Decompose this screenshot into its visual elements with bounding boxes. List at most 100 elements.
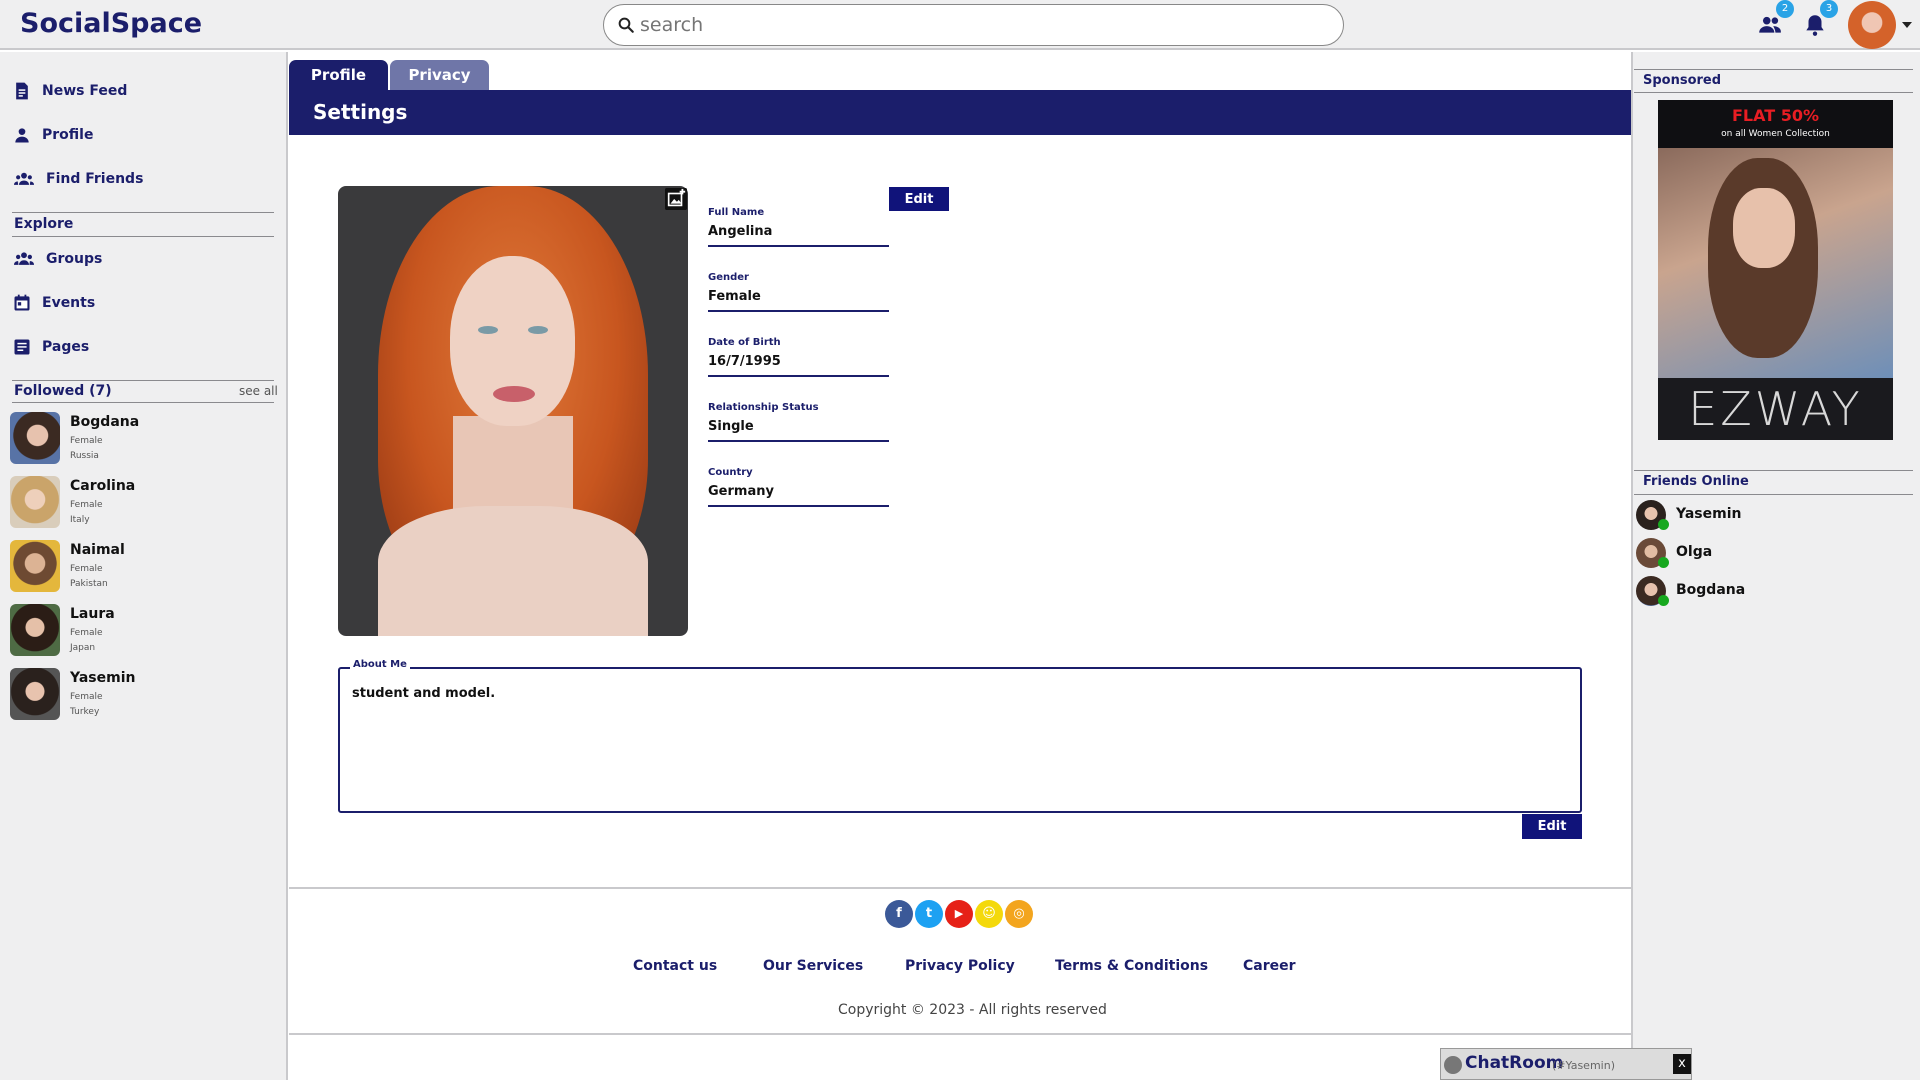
gender-field[interactable]: Gender Female <box>708 272 889 312</box>
divider <box>12 380 274 381</box>
online-friend-item[interactable]: Yasemin <box>1636 500 1906 534</box>
instagram-icon[interactable]: ◎ <box>1005 900 1033 928</box>
friend-gender: Female <box>70 564 103 574</box>
ad-model-face <box>1733 188 1795 268</box>
friend-name: Yasemin <box>70 670 136 686</box>
friend-requests-badge: 2 <box>1776 0 1794 18</box>
friend-gender: Female <box>70 692 103 702</box>
chatroom-title: ChatRoom <box>1465 1053 1564 1073</box>
pages-icon <box>14 339 30 355</box>
sidebar-item-news-feed[interactable]: News Feed <box>12 78 127 104</box>
ad-brand: EZWAY <box>1688 382 1863 436</box>
sidebar-item-label: Find Friends <box>46 171 144 187</box>
followed-friend-item[interactable]: Bogdana Female Russia <box>10 412 270 468</box>
left-sidebar: News Feed Profile Find Friends Explore G… <box>0 52 288 1080</box>
top-bar: SocialSpace 2 3 <box>0 0 1920 50</box>
facebook-icon[interactable]: f <box>885 900 913 928</box>
news-feed-icon <box>16 82 28 100</box>
sidebar-item-label: Events <box>42 295 96 311</box>
friend-name: Carolina <box>70 478 136 494</box>
copyright-text: Copyright © 2023 - All rights reserved <box>838 1002 1107 1018</box>
friend-name: Naimal <box>70 542 125 558</box>
divider <box>1634 494 1913 495</box>
sidebar-item-pages[interactable]: Pages <box>12 334 89 360</box>
user-avatar[interactable] <box>1848 1 1896 49</box>
date-of-birth-field[interactable]: Date of Birth 16/7/1995 <box>708 337 889 377</box>
chevron-down-icon[interactable] <box>1902 22 1912 28</box>
footer-link-terms[interactable]: Terms & Conditions <box>1055 958 1208 974</box>
about-me-box[interactable]: About Me student and model. <box>338 659 1582 813</box>
friend-name: Bogdana <box>1676 582 1746 598</box>
online-friend-item[interactable]: Bogdana <box>1636 576 1906 610</box>
field-label: Relationship Status <box>708 402 819 413</box>
friend-avatar <box>10 412 60 464</box>
sponsored-heading: Sponsored <box>1643 73 1722 88</box>
field-value: Angelina <box>708 224 889 247</box>
field-value: Germany <box>708 484 889 507</box>
tab-privacy[interactable]: Privacy <box>390 60 489 90</box>
calendar-icon <box>14 294 30 311</box>
sidebar-item-find-friends[interactable]: Find Friends <box>12 166 143 192</box>
sidebar-item-label: Groups <box>46 251 103 267</box>
friend-gender: Female <box>70 628 103 638</box>
profile-photo <box>338 186 688 636</box>
followed-friend-item[interactable]: Carolina Female Italy <box>10 476 270 532</box>
followed-friend-item[interactable]: Laura Female Japan <box>10 604 270 660</box>
online-friend-item[interactable]: Olga <box>1636 538 1906 572</box>
youtube-icon[interactable]: ▶ <box>945 900 973 928</box>
field-label: Country <box>708 467 753 478</box>
friend-gender: Female <box>70 500 103 510</box>
about-me-label: About Me <box>350 659 410 670</box>
relationship-status-field[interactable]: Relationship Status Single <box>708 402 889 442</box>
edit-about-button[interactable]: Edit <box>1522 814 1582 839</box>
person-icon <box>15 128 29 143</box>
field-value: Single <box>708 419 889 442</box>
change-photo-icon[interactable] <box>665 188 687 210</box>
country-field[interactable]: Country Germany <box>708 467 889 507</box>
search-input[interactable] <box>640 13 1330 37</box>
groups-icon <box>14 252 34 265</box>
search-box[interactable] <box>603 4 1344 46</box>
friend-name: Laura <box>70 606 115 622</box>
friend-country: Italy <box>70 515 90 525</box>
field-label: Date of Birth <box>708 337 781 348</box>
photo-eye <box>478 326 498 334</box>
tab-profile[interactable]: Profile <box>289 60 388 90</box>
followed-friend-item[interactable]: Yasemin Female Turkey <box>10 668 270 724</box>
friend-avatar <box>10 604 60 656</box>
online-status-dot <box>1658 557 1669 568</box>
footer-link-our-services[interactable]: Our Services <box>763 958 863 974</box>
sidebar-item-label: Pages <box>42 339 90 355</box>
followed-friend-item[interactable]: Naimal Female Pakistan <box>10 540 270 596</box>
app-logo[interactable]: SocialSpace <box>20 8 202 39</box>
field-value: 16/7/1995 <box>708 354 889 377</box>
edit-profile-button[interactable]: Edit <box>889 187 949 211</box>
followed-heading: Followed (7) <box>14 383 112 399</box>
field-label: Gender <box>708 272 749 283</box>
ad-subline: on all Women Collection <box>1721 129 1830 139</box>
online-status-dot <box>1658 595 1669 606</box>
sidebar-item-groups[interactable]: Groups <box>12 246 102 272</box>
see-all-link[interactable]: see all <box>239 384 278 398</box>
twitter-icon[interactable]: t <box>915 900 943 928</box>
sidebar-item-events[interactable]: Events <box>12 290 95 316</box>
ad-header: FLAT 50% on all Women Collection <box>1658 100 1893 148</box>
photo-eye <box>528 326 548 334</box>
friend-country: Japan <box>70 643 96 653</box>
chatroom-bar[interactable]: ChatRoom (#Yasemin) x <box>1440 1048 1692 1080</box>
footer-link-contact-us[interactable]: Contact us <box>633 958 717 974</box>
page-title: Settings <box>313 100 408 124</box>
footer-link-career[interactable]: Career <box>1243 958 1296 974</box>
footer-link-privacy-policy[interactable]: Privacy Policy <box>905 958 1015 974</box>
search-icon <box>618 17 634 33</box>
close-chat-button[interactable]: x <box>1673 1054 1691 1074</box>
sidebar-item-profile[interactable]: Profile <box>12 122 93 148</box>
snapchat-icon[interactable]: ☺ <box>975 900 1003 928</box>
online-status-dot <box>1658 519 1669 530</box>
friend-country: Russia <box>70 451 99 461</box>
photo-lips <box>493 386 535 402</box>
sidebar-item-label: News Feed <box>42 83 128 99</box>
field-value: Female <box>708 289 889 312</box>
sponsored-ad[interactable]: FLAT 50% on all Women Collection EZWAY <box>1658 100 1893 440</box>
full-name-field[interactable]: Full Name Angelina <box>708 207 889 247</box>
